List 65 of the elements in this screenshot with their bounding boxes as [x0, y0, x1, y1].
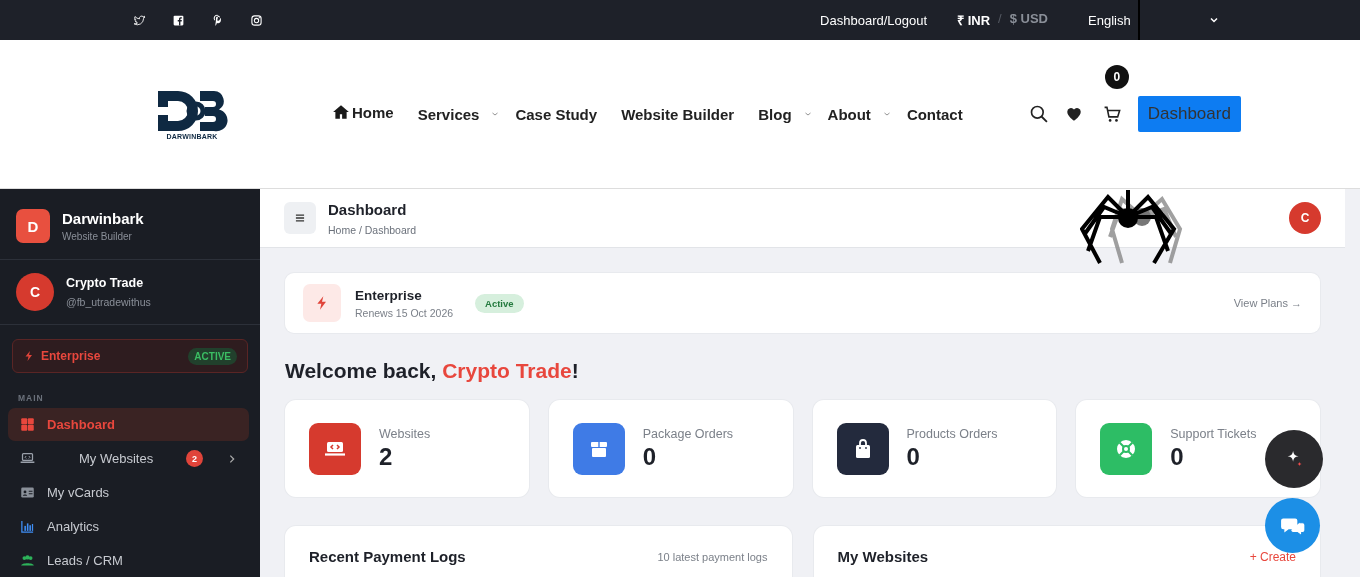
section-label: MAIN — [18, 393, 45, 403]
nav-link[interactable]: Website Builder — [621, 105, 735, 123]
panel-note: 10 latest payment logs — [657, 551, 768, 563]
nav-link[interactable]: About — [827, 105, 871, 123]
sidebar-item[interactable]: My vCards — [8, 476, 249, 509]
heart-icon[interactable] — [1064, 105, 1083, 123]
logo-mark — [156, 88, 228, 133]
brand-name: Darwinbark — [62, 210, 144, 227]
create-link[interactable]: + Create — [1249, 550, 1296, 564]
stat-label: Websites — [379, 426, 431, 441]
breadcrumb: Home / Dashboard — [328, 223, 417, 236]
lightning-icon — [23, 350, 35, 362]
people-icon — [20, 553, 35, 568]
separator-text: / — [998, 11, 1002, 28]
id-card-icon — [20, 485, 35, 500]
status-badge: ACTIVE — [188, 347, 237, 365]
nav-link[interactable]: Services — [417, 105, 480, 123]
nav-link[interactable]: Blog — [758, 105, 792, 123]
instagram-icon[interactable] — [250, 13, 263, 27]
renewal-date: Renews 15 Oct 2026 — [355, 306, 454, 319]
menu-icon — [293, 211, 307, 225]
nav-link[interactable]: Contact — [906, 105, 963, 123]
cart-icon[interactable] — [1102, 104, 1122, 124]
user-handle: @fb_utradewithus — [66, 296, 151, 308]
brand-initial-badge: D — [16, 209, 50, 243]
sidebar-item[interactable]: My Websites 2 — [8, 442, 249, 475]
sidebar-item[interactable]: Dashboard — [8, 408, 249, 441]
search-icon[interactable] — [1028, 104, 1049, 124]
stat-value: 0 — [1170, 442, 1185, 471]
stat-value: 0 — [642, 442, 658, 471]
menu-button[interactable] — [284, 202, 316, 234]
language-label: English — [1088, 12, 1132, 28]
welcome-heading: Welcome back, Crypto Trade! — [285, 359, 580, 383]
laptop-icon — [20, 451, 35, 466]
facebook-icon[interactable] — [172, 13, 185, 27]
bar-chart-icon — [20, 519, 35, 534]
pinterest-icon[interactable] — [211, 13, 224, 27]
stat-value: 2 — [379, 442, 394, 471]
user-avatar: C — [16, 273, 54, 311]
view-plans-link[interactable]: View Plans → — [1233, 297, 1302, 309]
home-icon — [332, 103, 350, 121]
status-badge: Active — [475, 293, 524, 313]
page-title: Dashboard — [328, 200, 408, 218]
user-avatar[interactable]: C — [1289, 202, 1321, 234]
stat-label: Products Orders — [906, 426, 998, 441]
panel-title: Recent Payment Logs — [309, 548, 466, 565]
stat-label: Support Tickets — [1170, 426, 1257, 441]
sidebar-item[interactable]: Analytics — [8, 510, 249, 543]
panel-title: My Websites — [837, 548, 929, 565]
plan-name: Enterprise — [41, 349, 101, 363]
user-name: Crypto Trade — [66, 276, 145, 290]
count-badge: 2 — [186, 450, 203, 467]
nav-link[interactable]: Home — [332, 103, 394, 121]
brand-subtitle: Website Builder — [62, 231, 133, 242]
currency-option[interactable]: ₹ INR — [957, 11, 991, 29]
twitter-icon[interactable] — [133, 13, 146, 27]
plan-name: Enterprise — [355, 287, 423, 303]
stat-value: 0 — [906, 442, 921, 471]
currency-option[interactable]: $ USD — [1009, 11, 1048, 29]
sidebar-item[interactable]: Leads / CRM — [8, 544, 249, 577]
cart-count-badge: 0 — [1104, 64, 1129, 89]
grid-icon — [20, 417, 35, 432]
stat-label: Package Orders — [642, 426, 734, 441]
nav-link[interactable]: Case Study — [515, 105, 598, 123]
account-link[interactable]: Dashboard/Logout — [820, 12, 928, 28]
